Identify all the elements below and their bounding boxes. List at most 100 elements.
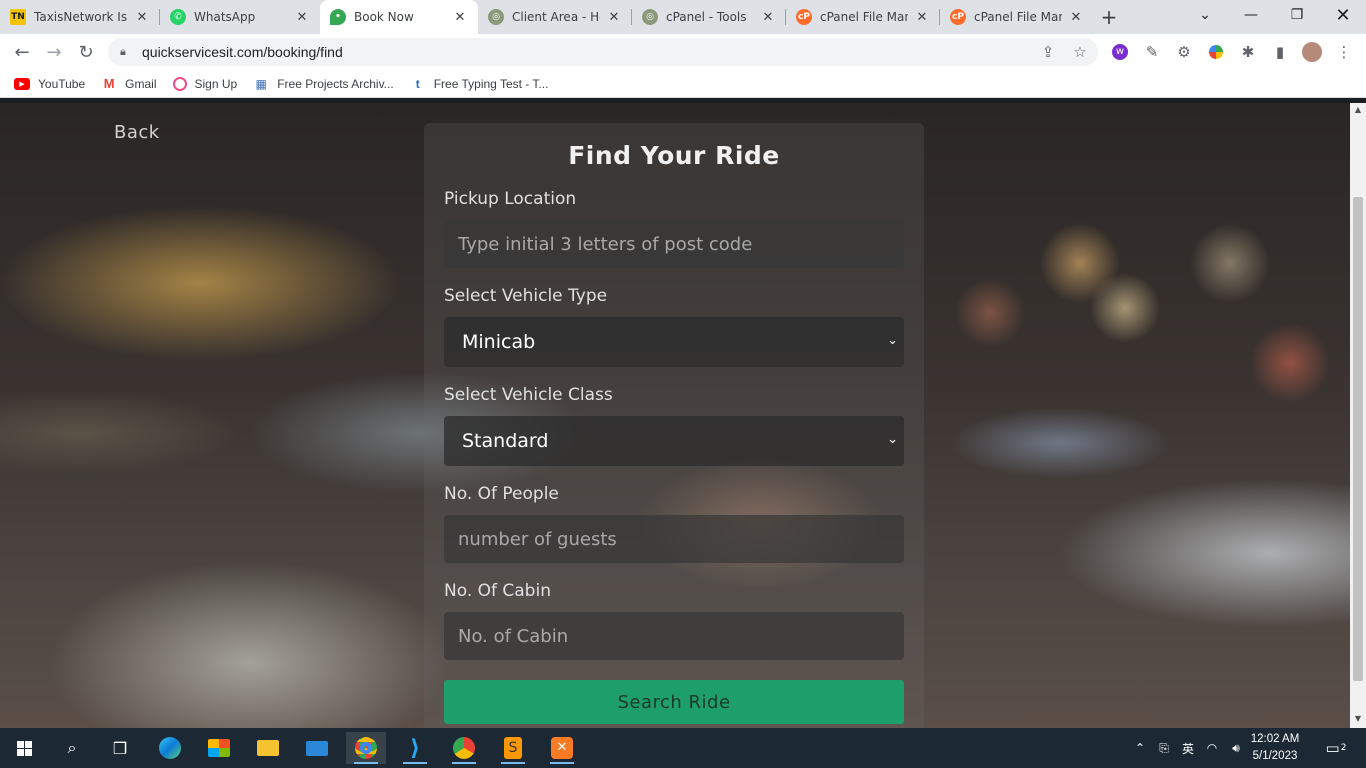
tab-title: cPanel File Mana <box>974 10 1062 24</box>
close-icon[interactable]: ✕ <box>134 9 150 25</box>
eyedropper-icon[interactable]: ✎ <box>1138 38 1166 66</box>
mail-icon[interactable] <box>297 732 337 764</box>
back-arrow-icon[interactable]: ← <box>6 36 38 68</box>
pickup-placeholder: Type initial 3 letters of post code <box>458 233 753 255</box>
extension-w-icon[interactable]: w <box>1106 38 1134 66</box>
bookmark-gmail[interactable]: M Gmail <box>101 76 157 91</box>
bookmark-label: Free Projects Archiv... <box>277 76 394 91</box>
tab-title: WhatsApp <box>194 10 256 24</box>
close-window-button[interactable]: ✕ <box>1320 0 1366 30</box>
xampp-icon[interactable]: ✕ <box>542 732 582 764</box>
youtube-icon: ▶ <box>14 77 30 90</box>
cabin-label: No. Of Cabin <box>444 581 551 601</box>
edge-icon[interactable] <box>150 732 190 764</box>
chevron-up-icon[interactable]: ⌃ <box>1130 728 1150 768</box>
store-icon[interactable] <box>199 732 239 764</box>
close-icon[interactable]: ✕ <box>294 9 310 25</box>
find-ride-form: Find Your Ride Pickup Location Type init… <box>424 123 924 728</box>
search-icon[interactable]: ⌕ <box>52 732 92 764</box>
people-input[interactable]: number of guests <box>444 515 904 563</box>
vehicle-type-select[interactable]: Minicab ⌄ <box>444 317 904 367</box>
vscode-icon[interactable]: ⟩ <box>395 732 435 764</box>
avatar[interactable] <box>1298 38 1326 66</box>
tab-whatsapp[interactable]: ✆ WhatsApp ✕ <box>160 0 320 34</box>
bookmark-label: Free Typing Test - T... <box>433 76 549 91</box>
close-icon[interactable]: ✕ <box>914 9 930 25</box>
task-view-icon[interactable]: ❒ <box>100 732 140 764</box>
gmail-icon: M <box>103 76 115 91</box>
close-icon[interactable]: ✕ <box>606 9 622 25</box>
close-icon[interactable]: ✕ <box>452 9 468 25</box>
wifi-icon[interactable]: ◠ <box>1202 728 1222 768</box>
form-title: Find Your Ride <box>568 141 780 170</box>
back-link[interactable]: Back <box>114 122 160 143</box>
notification-center-icon[interactable]: ▭ 2 <box>1318 728 1354 768</box>
cpanel-icon: cP <box>950 9 966 25</box>
star-icon[interactable]: ☆ <box>1066 38 1094 66</box>
scroll-up-icon[interactable]: ▲ <box>1350 105 1366 117</box>
bookmark-free-projects[interactable]: ▦ Free Projects Archiv... <box>253 76 394 91</box>
notification-count: 2 <box>1340 743 1347 753</box>
meet-now-icon[interactable]: ⎘ <box>1154 728 1174 768</box>
volume-icon[interactable]: 🔊︎ <box>1226 728 1246 768</box>
bookmark-label: YouTube <box>38 76 86 91</box>
page-viewport: Back Find Your Ride Pickup Location Type… <box>0 103 1350 728</box>
forward-arrow-icon[interactable]: → <box>38 36 70 68</box>
tab-cpanel-file-manager-2[interactable]: cP cPanel File Mana ✕ <box>940 0 1094 34</box>
pickup-location-input[interactable]: Type initial 3 letters of post code <box>444 220 904 268</box>
close-icon[interactable]: ✕ <box>760 9 776 25</box>
tab-taxisnetwork[interactable]: TN TaxisNetwork Is C ✕ <box>0 0 160 34</box>
close-icon[interactable]: ✕ <box>1068 9 1084 25</box>
menu-icon[interactable]: ⋮ <box>1330 38 1358 66</box>
windows-start-icon[interactable] <box>4 732 44 764</box>
tab-title: cPanel - Tools <box>666 10 747 24</box>
signup-icon <box>172 76 187 91</box>
people-label: No. Of People <box>444 484 559 504</box>
new-tab-button[interactable]: + <box>1094 0 1124 34</box>
tab-cpanel-tools[interactable]: ◎ cPanel - Tools ✕ <box>632 0 786 34</box>
vehicle-type-label: Select Vehicle Type <box>444 286 608 306</box>
tab-title: cPanel File Mana <box>820 10 908 24</box>
tn-icon: TN <box>10 9 26 25</box>
address-bar[interactable]: 🔒︎ quickservicesit.com/booking/find ⇪ ☆ <box>108 38 1098 66</box>
pickup-label: Pickup Location <box>444 189 577 209</box>
tab-cpanel-file-manager-1[interactable]: cP cPanel File Mana ✕ <box>786 0 940 34</box>
vehicle-class-select[interactable]: Standard ⌄ <box>444 416 904 466</box>
chrome-active-icon[interactable] <box>346 732 386 764</box>
sublime-icon[interactable]: S <box>493 732 533 764</box>
robot-icon[interactable]: ⚙ <box>1170 38 1198 66</box>
bookmark-sign-up[interactable]: Sign Up <box>172 76 237 91</box>
share-icon[interactable]: ⇪ <box>1034 38 1062 66</box>
minimize-button[interactable]: — <box>1228 0 1274 30</box>
projects-icon: ▦ <box>255 76 267 91</box>
lock-icon: 🔒︎ <box>120 45 126 58</box>
tab-client-area[interactable]: ◎ Client Area - Hos ✕ <box>478 0 632 34</box>
globe-icon: ◎ <box>642 9 658 25</box>
tab-title: Client Area - Hos <box>512 10 600 24</box>
language-icon[interactable]: 英 <box>1178 728 1198 768</box>
side-panel-icon[interactable]: ▮ <box>1266 38 1294 66</box>
tab-search-icon[interactable]: ⌄ <box>1182 0 1228 30</box>
chevron-down-icon: ⌄ <box>887 333 898 348</box>
scroll-down-icon[interactable]: ▼ <box>1350 714 1366 726</box>
bookmark-typing-test[interactable]: t Free Typing Test - T... <box>410 77 549 91</box>
search-ride-button[interactable]: Search Ride <box>444 680 904 724</box>
tab-title: Book Now <box>354 10 414 24</box>
reload-icon[interactable]: ↻ <box>70 36 102 68</box>
vehicle-class-label: Select Vehicle Class <box>444 385 613 405</box>
color-extension-icon[interactable] <box>1202 38 1230 66</box>
restore-button[interactable]: ❐ <box>1274 0 1320 30</box>
file-explorer-icon[interactable] <box>248 732 288 764</box>
map-pin-icon: • <box>330 9 346 25</box>
cabin-input[interactable]: No. of Cabin <box>444 612 904 660</box>
puzzle-icon[interactable]: ✱ <box>1234 38 1262 66</box>
chrome-icon[interactable] <box>444 732 484 764</box>
system-clock[interactable]: 12:02 AM 5/1/2023 <box>1244 731 1306 765</box>
tab-book-now[interactable]: • Book Now ✕ <box>320 0 478 34</box>
clock-date: 5/1/2023 <box>1252 750 1298 762</box>
bookmark-youtube[interactable]: ▶ YouTube <box>14 77 85 91</box>
url-text[interactable]: quickservicesit.com/booking/find <box>142 44 343 60</box>
bookmarks-bar: ▶ YouTube M Gmail Sign Up ▦ Free Project… <box>0 70 1366 98</box>
scroll-thumb[interactable] <box>1353 197 1363 681</box>
page-scrollbar[interactable]: ▲ ▼ <box>1350 103 1366 728</box>
